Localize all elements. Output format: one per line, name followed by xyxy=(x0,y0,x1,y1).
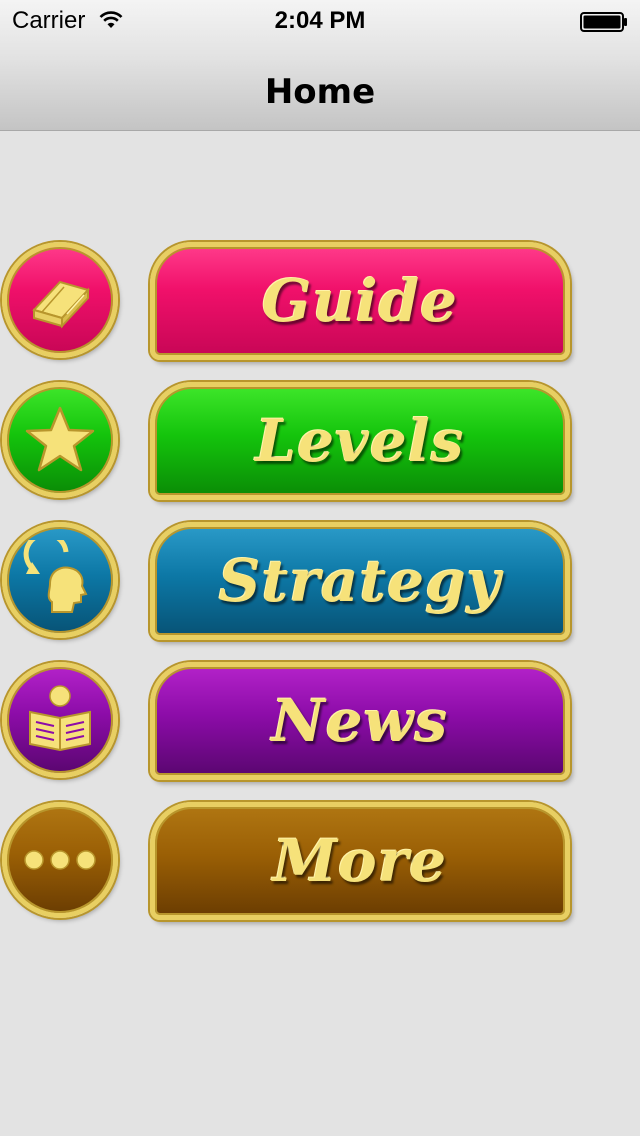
status-bar: Carrier 2:04 PM xyxy=(0,0,640,40)
guide-icon-button[interactable] xyxy=(2,242,118,358)
head-refresh-icon xyxy=(23,540,88,613)
menu-row-news: News xyxy=(0,662,640,784)
reader-icon xyxy=(29,685,91,752)
more-icon-button[interactable] xyxy=(2,802,118,918)
star-icon xyxy=(25,406,95,472)
news-button[interactable]: News xyxy=(150,662,570,780)
menu-row-more: More xyxy=(0,802,640,924)
header: Carrier 2:04 PM Home xyxy=(0,0,640,131)
battery-icon xyxy=(580,12,627,32)
levels-button[interactable]: Levels xyxy=(150,382,570,500)
menu-row-strategy: Strategy xyxy=(0,522,640,644)
strategy-icon-button[interactable] xyxy=(2,522,118,638)
book-icon xyxy=(32,280,90,329)
strategy-button-label: Strategy xyxy=(218,547,502,615)
strategy-button[interactable]: Strategy xyxy=(150,522,570,640)
more-button-label: More xyxy=(272,827,448,895)
news-button-label: News xyxy=(271,687,449,755)
ellipsis-icon xyxy=(24,850,96,870)
more-button[interactable]: More xyxy=(150,802,570,920)
news-icon-button[interactable] xyxy=(2,662,118,778)
levels-icon-button[interactable] xyxy=(2,382,118,498)
levels-button-label: Levels xyxy=(255,407,465,475)
page-title: Home xyxy=(264,72,376,112)
guide-button-label: Guide xyxy=(261,267,459,335)
menu-row-guide: Guide xyxy=(0,242,640,364)
guide-button[interactable]: Guide xyxy=(150,242,570,360)
menu-row-levels: Levels xyxy=(0,382,640,504)
status-time: 2:04 PM xyxy=(274,7,366,34)
